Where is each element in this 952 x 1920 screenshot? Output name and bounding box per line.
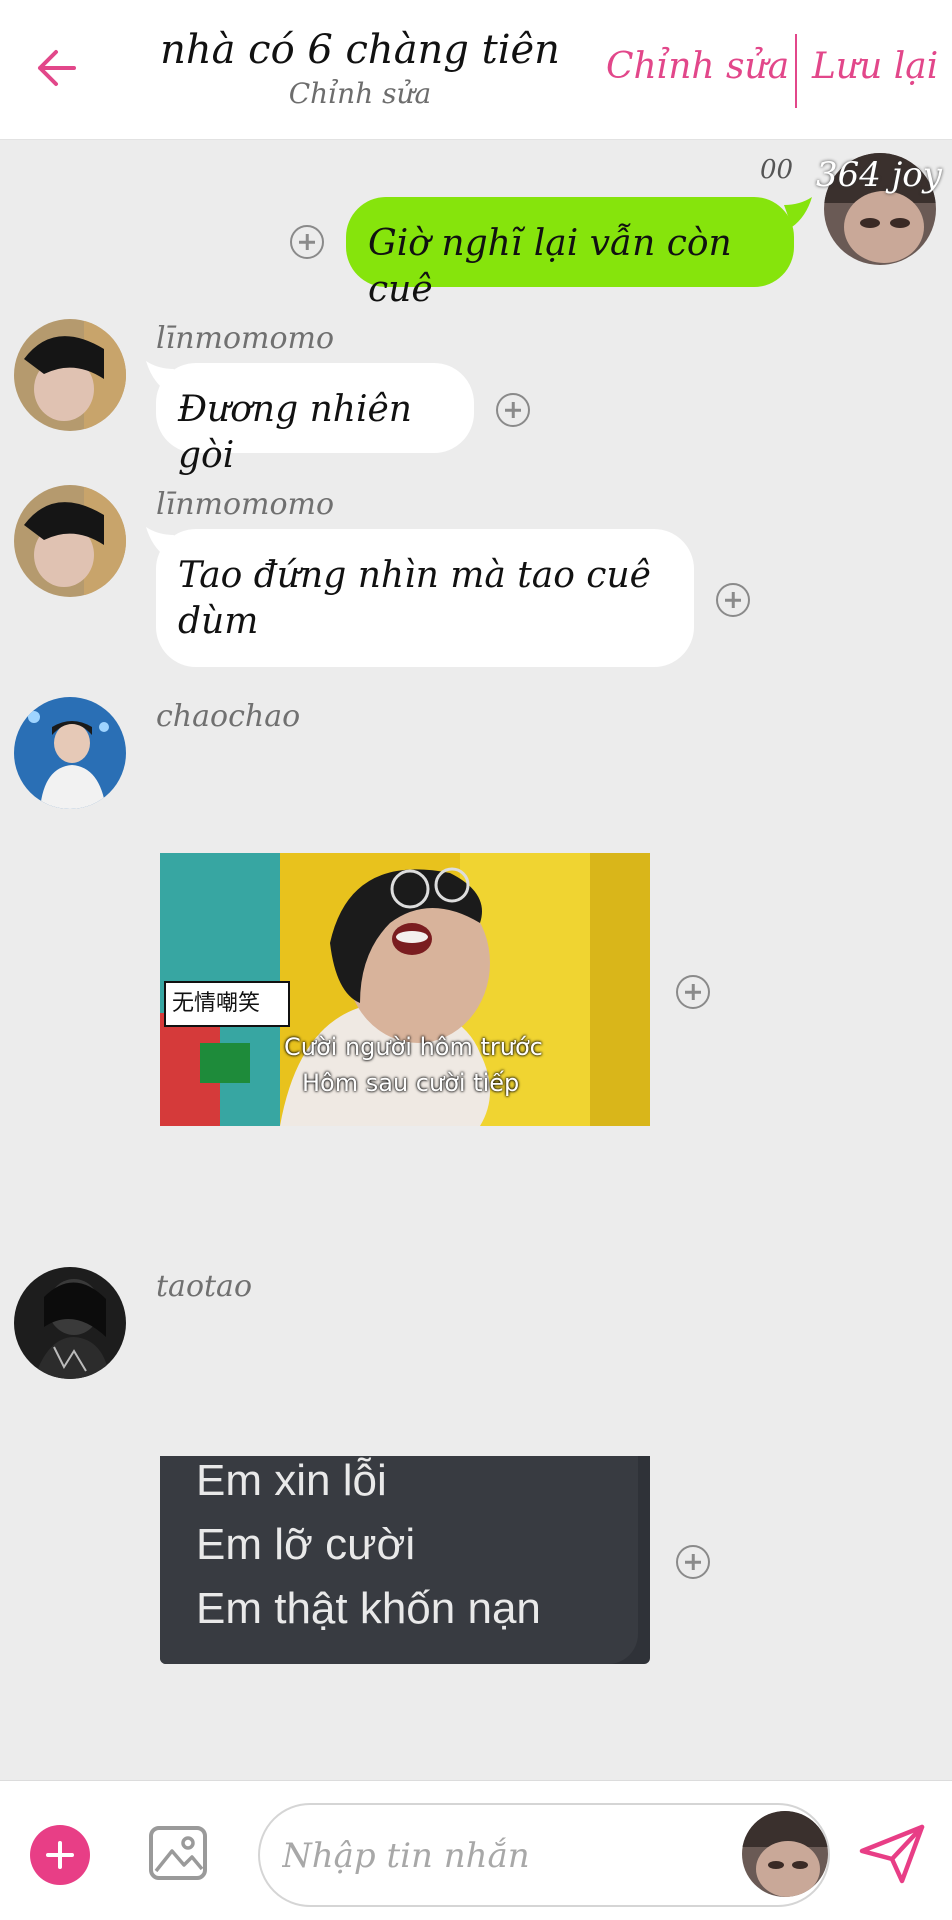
sender-name: līnmomomo [156, 321, 335, 356]
avatar[interactable] [742, 1811, 828, 1897]
arrow-left-icon [38, 50, 76, 86]
image-message[interactable]: Em xin lỗi Em lỡ cười Em thật khốn nạn [160, 1456, 650, 1664]
send-icon [859, 1824, 925, 1884]
image-caption: Cười người hôm trước [284, 1033, 543, 1061]
chat-title: nhà có 6 chàng tiên [160, 27, 560, 73]
image-text-line: Em xin lỗi [196, 1456, 387, 1505]
react-button[interactable] [676, 1545, 710, 1579]
avatar[interactable] [14, 485, 126, 597]
image-text-line: Em lỡ cười [196, 1520, 416, 1569]
header-divider [795, 34, 797, 108]
sender-name: taotao [156, 1269, 253, 1304]
message-time: 00 [760, 155, 794, 185]
bubble-tail [146, 527, 174, 557]
avatar[interactable] [14, 697, 126, 809]
sender-name: 364 joy [816, 155, 942, 195]
message-input-field[interactable] [258, 1803, 830, 1907]
message-bubble[interactable]: Giờ nghĩ lại vẫn còn cuê [346, 197, 794, 310]
sender-name: līnmomomo [156, 487, 335, 522]
sender-name: chaochao [156, 699, 301, 734]
image-button[interactable] [148, 1823, 208, 1883]
image-caption: Hôm sau cười tiếp [302, 1069, 520, 1097]
image-icon [149, 1826, 207, 1880]
avatar[interactable] [14, 1267, 126, 1379]
send-button[interactable] [858, 1821, 928, 1887]
bubble-tail [146, 361, 174, 391]
save-button[interactable]: Lưu lại [812, 46, 938, 87]
bubble-tail [784, 197, 812, 227]
image-message[interactable]: 无情嘲笑 Cười người hôm trước Hôm sau cười t… [160, 853, 650, 1126]
chat-header: nhà có 6 chàng tiên Chỉnh sửa Chỉnh sửa … [0, 0, 952, 140]
message-bubble[interactable]: Tao đứng nhìn mà tao cuê dùm [156, 529, 694, 667]
react-button[interactable] [496, 393, 530, 427]
message-list[interactable]: 00 364 joy Giờ nghĩ lại vẫn còn cuê līnm… [0, 141, 952, 1779]
react-button[interactable] [290, 225, 324, 259]
input-bar [0, 1780, 952, 1920]
react-button[interactable] [676, 975, 710, 1009]
chat-subtitle: Chỉnh sửa [288, 77, 432, 110]
image-text-line: Em thật khốn nạn [196, 1584, 541, 1633]
back-button[interactable] [28, 40, 84, 96]
plus-circle-icon[interactable] [30, 1825, 90, 1885]
edit-button[interactable]: Chỉnh sửa [606, 46, 789, 87]
react-button[interactable] [716, 583, 750, 617]
message-bubble[interactable]: Đương nhiên gòi [156, 363, 474, 476]
title-block: nhà có 6 chàng tiên Chỉnh sửa [140, 24, 580, 112]
message-input[interactable] [282, 1831, 722, 1881]
avatar[interactable] [14, 319, 126, 431]
image-tag: 无情嘲笑 [164, 981, 290, 1027]
